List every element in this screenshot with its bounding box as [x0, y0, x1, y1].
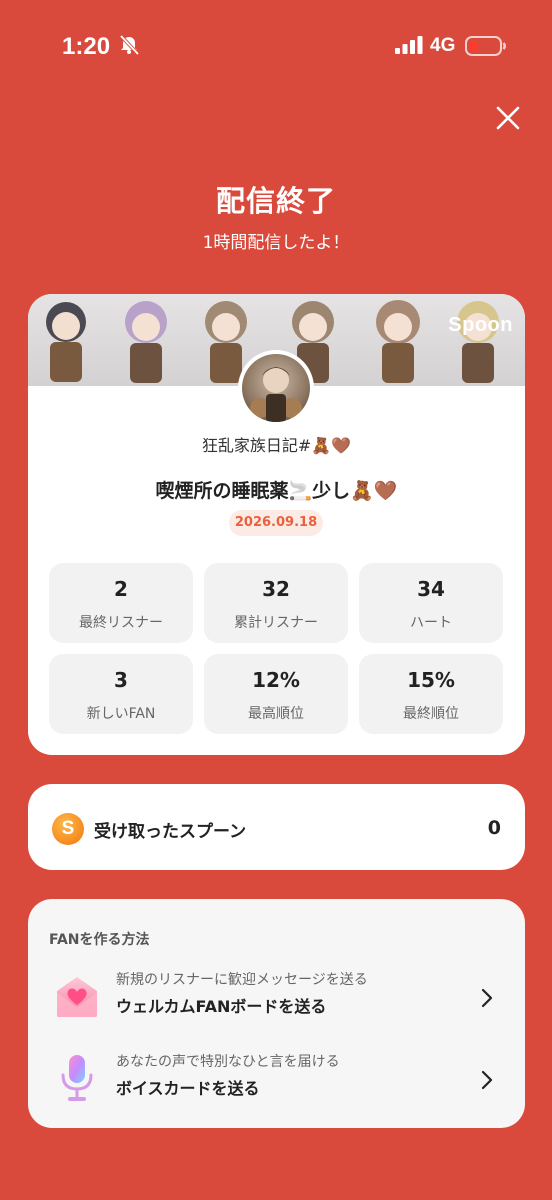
stat-value: 12% — [252, 668, 300, 692]
stat-value: 32 — [262, 577, 290, 601]
stat-final-listeners: 2 最終リスナー — [49, 563, 193, 643]
chevron-right-icon — [481, 988, 493, 1008]
broadcast-title: 喫煙所の睡眠薬🚬少し🧸🤎 — [155, 480, 398, 502]
stat-highest-rank: 12% 最高順位 — [204, 654, 348, 734]
status-time: 1:20 — [62, 33, 111, 60]
stat-final-rank: 15% 最終順位 — [359, 654, 503, 734]
voice-card-row[interactable]: あなたの声で特別なひと言を届ける ボイスカードを送る — [28, 1049, 525, 1113]
fan-tips-card: FANを作る方法 新規のリスナーに歓迎メッセージを送る ウェルカムFANボードを… — [28, 899, 525, 1128]
banner-character-figure — [376, 300, 420, 383]
heart-envelope-icon — [57, 977, 97, 1017]
stat-value: 15% — [407, 668, 455, 692]
row-title: ウェルカムFANボードを送る — [116, 997, 327, 1016]
banner-character-figure — [46, 302, 86, 382]
stat-label: 累計リスナー — [234, 615, 318, 631]
stat-value: 34 — [417, 577, 445, 601]
stat-label: 最終リスナー — [79, 615, 163, 631]
stat-label: 最終順位 — [403, 706, 459, 722]
date-badge: 2026.09.18 — [229, 510, 323, 536]
stat-total-listeners: 32 累計リスナー — [204, 563, 348, 643]
broadcast-summary-card: Spoon 狂乱家族日記#🧸🤎 喫煙所の睡眠薬🚬少し🧸🤎 2026.09.18 … — [28, 294, 525, 755]
microphone-icon — [61, 1055, 93, 1101]
channel-avatar[interactable] — [238, 350, 314, 426]
fan-tips-heading: FANを作る方法 — [49, 932, 150, 948]
signal-icon — [395, 36, 423, 54]
banner-character-figure — [125, 301, 167, 383]
status-bar: 1:20 4G — [0, 0, 552, 92]
chevron-right-icon — [481, 1070, 493, 1090]
spoons-received-card: S 受け取ったスプーン 0 — [28, 784, 525, 870]
stat-new-fans: 3 新しいFAN — [49, 654, 193, 734]
spoons-received-count: 0 — [487, 817, 501, 839]
stat-label: 新しいFAN — [86, 706, 156, 722]
banner-character-figure — [457, 301, 499, 383]
stat-value: 2 — [114, 577, 128, 601]
row-description: 新規のリスナーに歓迎メッセージを送る — [116, 972, 368, 988]
close-icon[interactable] — [490, 100, 526, 136]
spoon-coin-icon: S — [52, 813, 84, 845]
stat-label: 最高順位 — [248, 706, 304, 722]
battery-low-icon — [465, 36, 506, 56]
channel-name: 狂乱家族日記#🧸🤎 — [201, 436, 352, 455]
row-description: あなたの声で特別なひと言を届ける — [116, 1054, 340, 1070]
row-title: ボイスカードを送る — [116, 1079, 260, 1098]
spoon-logo: Spoon — [448, 314, 513, 336]
stat-hearts: 34 ハート — [359, 563, 503, 643]
page-subtitle: 1時間配信したよ！ — [202, 233, 350, 253]
network-label: 4G — [430, 35, 456, 56]
stat-label: ハート — [410, 615, 452, 631]
welcome-fanboard-row[interactable]: 新規のリスナーに歓迎メッセージを送る ウェルカムFANボードを送る — [28, 967, 525, 1031]
stat-value: 3 — [114, 668, 128, 692]
avatar-image — [250, 367, 302, 422]
bell-mute-icon — [119, 34, 140, 56]
spoons-received-label: 受け取ったスプーン — [94, 822, 247, 842]
page-title: 配信終了 — [215, 184, 336, 218]
